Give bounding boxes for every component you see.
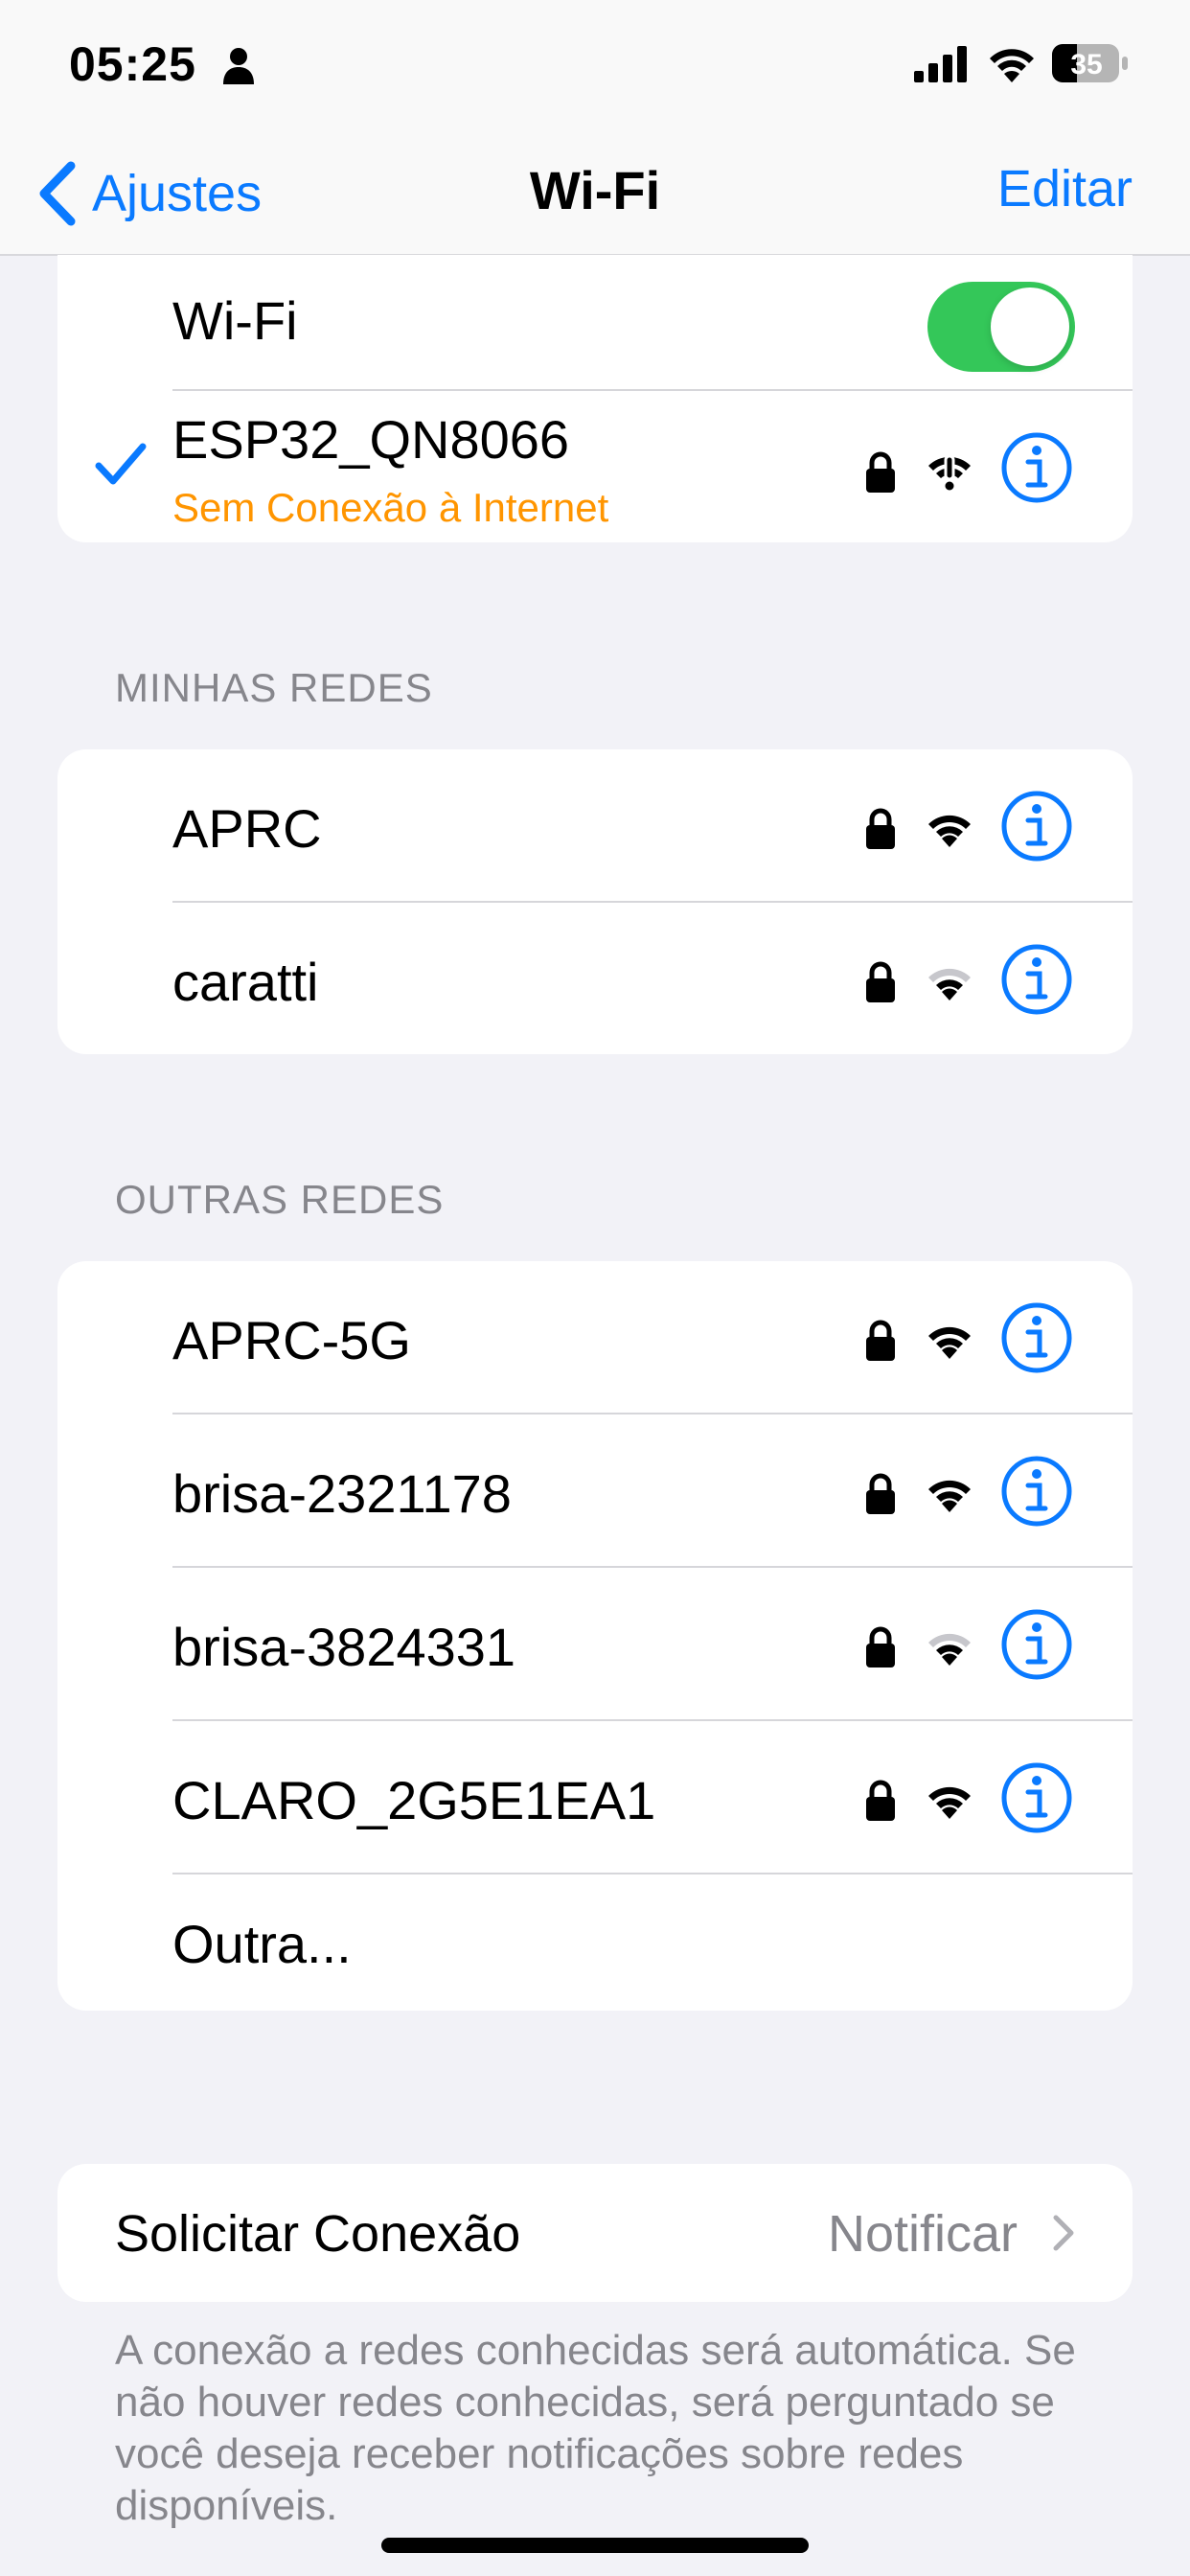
info-icon[interactable] <box>1000 790 1073 862</box>
wifi-toggle-row: Wi-Fi <box>57 255 1133 391</box>
cellular-signal-icon <box>914 46 967 82</box>
connection-status: Sem Conexão à Internet <box>172 485 609 530</box>
battery-icon: 35 <box>1052 44 1128 82</box>
connected-network-name: ESP32_QN8066 <box>172 409 570 470</box>
wifi-signal-weak-icon <box>928 1633 971 1666</box>
wifi-signal-weak-icon <box>928 968 971 1000</box>
chevron-right-icon <box>1053 2215 1074 2251</box>
navigation-bar: Ajustes Wi-Fi Editar <box>0 134 1190 256</box>
wifi-signal-full-icon <box>928 1480 971 1512</box>
wifi-toggle[interactable] <box>927 282 1075 372</box>
info-icon[interactable] <box>1000 431 1073 504</box>
network-name: APRC-5G <box>172 1310 411 1370</box>
other-networks-header: OUTRAS REDES <box>115 1177 445 1222</box>
wifi-toggle-label: Wi-Fi <box>172 290 298 351</box>
ask-join-value: Notificar <box>827 2205 1018 2263</box>
lock-icon <box>866 1320 895 1361</box>
lock-icon <box>866 451 895 493</box>
checkmark-icon <box>95 443 147 485</box>
info-icon[interactable] <box>1000 1301 1073 1374</box>
network-row-aprc[interactable]: APRC <box>57 749 1133 903</box>
network-name: brisa-3824331 <box>172 1617 516 1677</box>
network-row-caratti[interactable]: caratti <box>57 903 1133 1054</box>
network-name: brisa-2321178 <box>172 1463 512 1524</box>
lock-icon <box>866 1780 895 1821</box>
toggle-knob <box>991 288 1069 366</box>
battery-level: 35 <box>1070 49 1102 80</box>
other-networks-card: APRC-5G brisa-2321178 brisa-3824331 CLAR… <box>57 1261 1133 2011</box>
network-row-aprc-5g[interactable]: APRC-5G <box>57 1261 1133 1414</box>
network-row-claro[interactable]: CLARO_2G5E1EA1 <box>57 1721 1133 1874</box>
wifi-card: Wi-Fi ESP32_QN8066 Sem Conexão à Interne… <box>57 255 1133 542</box>
lock-icon <box>866 1473 895 1514</box>
other-network-row[interactable]: Outra... <box>57 1874 1133 2011</box>
wifi-signal-full-icon <box>928 1326 971 1359</box>
wifi-signal-full-icon <box>928 815 971 847</box>
home-indicator[interactable] <box>381 2538 809 2553</box>
info-icon[interactable] <box>1000 1761 1073 1834</box>
network-name: CLARO_2G5E1EA1 <box>172 1770 656 1830</box>
status-time: 05:25 <box>69 37 196 91</box>
lock-icon <box>866 961 895 1002</box>
lock-icon <box>866 808 895 849</box>
edit-button[interactable]: Editar <box>997 159 1133 218</box>
other-network-label: Outra... <box>172 1914 352 1974</box>
ask-join-card[interactable]: Solicitar Conexão Notificar <box>57 2164 1133 2302</box>
status-bar: 05:25 35 <box>0 0 1190 134</box>
info-icon[interactable] <box>1000 1608 1073 1681</box>
info-icon[interactable] <box>1000 943 1073 1016</box>
info-icon[interactable] <box>1000 1455 1073 1528</box>
my-networks-header: MINHAS REDES <box>115 665 433 710</box>
lock-icon <box>866 1626 895 1668</box>
network-row-brisa-3824331[interactable]: brisa-3824331 <box>57 1568 1133 1721</box>
footer-description: A conexão a redes conhecidas será automá… <box>115 2327 1076 2529</box>
wifi-signal-full-icon <box>928 1786 971 1819</box>
person-icon <box>223 48 254 84</box>
wifi-no-internet-icon <box>928 454 971 491</box>
network-row-brisa-2321178[interactable]: brisa-2321178 <box>57 1414 1133 1568</box>
ask-join-label: Solicitar Conexão <box>115 2205 521 2263</box>
my-networks-card: APRC caratti <box>57 749 1133 1054</box>
network-name: caratti <box>172 952 319 1012</box>
connected-network-row[interactable]: ESP32_QN8066 Sem Conexão à Internet <box>57 391 1133 542</box>
wifi-status-icon <box>990 49 1034 82</box>
network-name: APRC <box>172 798 322 859</box>
